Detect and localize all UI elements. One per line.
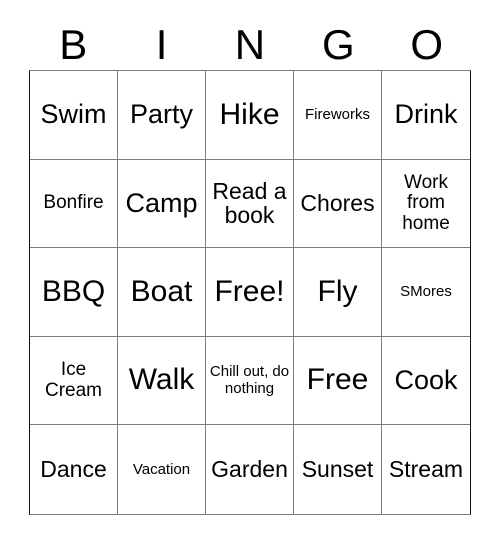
bingo-cell-label: Dance	[40, 456, 107, 483]
bingo-cell-label: Fireworks	[304, 105, 370, 123]
bingo-cell-r2c2[interactable]: Camp	[118, 159, 206, 249]
bingo-cell-r5c4[interactable]: Sunset	[294, 425, 382, 514]
bingo-cell-label: Free	[306, 363, 369, 397]
bingo-cell-label: Vacation	[132, 460, 191, 478]
bingo-cell-r5c1[interactable]: Dance	[30, 425, 118, 514]
bingo-cell-label: Read a book	[212, 177, 287, 229]
bingo-cell-label: Garden	[211, 456, 288, 483]
bingo-cell-r4c3[interactable]: Chill out, do nothing	[206, 336, 294, 426]
bingo-cell-label: Walk	[128, 363, 195, 397]
bingo-grid: Swim Party Hike Fireworks Drink Bonfire …	[29, 70, 471, 515]
bingo-cell-r5c3[interactable]: Garden	[206, 425, 294, 514]
bingo-card: B I N G O Swim Party Hike Fireworks Drin…	[0, 0, 500, 544]
bingo-header-letter-g: G	[322, 21, 355, 68]
bingo-cell-r4c1[interactable]: Ice Cream	[30, 336, 118, 426]
bingo-cell-r2c5[interactable]: Work from home	[382, 159, 470, 249]
bingo-cell-r2c1[interactable]: Bonfire	[30, 159, 118, 249]
bingo-cell-label: Ice Cream	[44, 359, 102, 401]
bingo-cell-free-center[interactable]: Free!	[206, 248, 294, 337]
bingo-cell-r4c4[interactable]: Free	[294, 336, 382, 426]
bingo-cell-r3c4[interactable]: Fly	[294, 248, 382, 337]
bingo-cell-label: SMores	[400, 282, 452, 300]
bingo-cell-label: Stream	[388, 456, 464, 483]
bingo-cell-r3c1[interactable]: BBQ	[30, 248, 118, 337]
bingo-header-letter-i: I	[155, 21, 168, 68]
bingo-cell-r5c2[interactable]: Vacation	[118, 425, 206, 514]
bingo-cell-r2c4[interactable]: Chores	[294, 159, 382, 249]
bingo-header-row: B I N G O	[29, 20, 471, 70]
bingo-cell-label: BBQ	[41, 274, 106, 308]
bingo-cell-r2c3[interactable]: Read a book	[206, 159, 294, 249]
bingo-cell-r5c5[interactable]: Stream	[382, 425, 470, 514]
bingo-cell-label: Party	[129, 99, 194, 130]
bingo-cell-label: Work from home	[402, 171, 450, 234]
bingo-cell-label: Cook	[394, 365, 458, 396]
bingo-cell-label: Chores	[300, 189, 375, 216]
bingo-header-letter-n: N	[234, 21, 266, 68]
bingo-cell-r1c4[interactable]: Fireworks	[294, 71, 382, 160]
bingo-cell-label: Swim	[40, 99, 107, 130]
bingo-cell-label: Boat	[130, 274, 193, 308]
bingo-cell-label: Bonfire	[43, 192, 104, 214]
bingo-header-letter-o: O	[410, 21, 444, 68]
bingo-cell-label: Hike	[219, 97, 280, 131]
bingo-cell-r4c2[interactable]: Walk	[118, 336, 206, 426]
bingo-cell-r1c3[interactable]: Hike	[206, 71, 294, 160]
bingo-cell-r1c1[interactable]: Swim	[30, 71, 118, 160]
bingo-cell-label: Free!	[214, 274, 285, 308]
bingo-cell-r3c2[interactable]: Boat	[118, 248, 206, 337]
bingo-cell-label: Camp	[125, 187, 198, 218]
bingo-cell-label: Fly	[317, 274, 358, 308]
bingo-cell-r3c5[interactable]: SMores	[382, 248, 470, 337]
bingo-cell-label: Drink	[394, 99, 458, 130]
bingo-cell-label: Sunset	[301, 456, 374, 483]
bingo-cell-r1c2[interactable]: Party	[118, 71, 206, 160]
bingo-header-letter-b: B	[59, 21, 88, 68]
bingo-cell-label: Chill out, do nothing	[209, 363, 290, 397]
bingo-cell-r1c5[interactable]: Drink	[382, 71, 470, 160]
bingo-cell-r4c5[interactable]: Cook	[382, 336, 470, 426]
